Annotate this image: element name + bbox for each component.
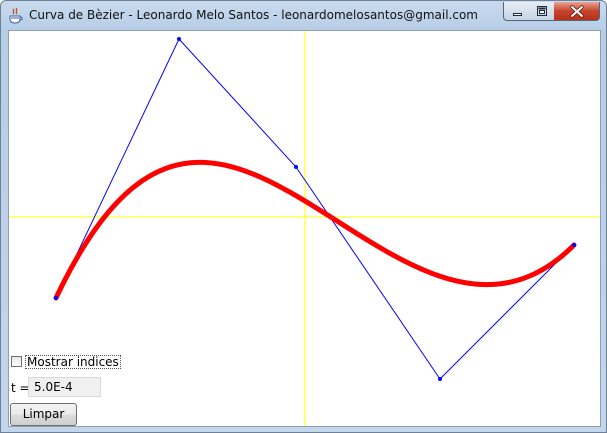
drawing-panel[interactable]: Mostrar indices t = 5.0E-4 Limpar <box>8 30 601 427</box>
show-indices-checkbox[interactable]: Mostrar indices <box>11 354 121 369</box>
control-point[interactable] <box>177 37 181 41</box>
maximize-button[interactable] <box>529 2 555 21</box>
t-step-field[interactable]: 5.0E-4 <box>28 377 101 397</box>
control-point[interactable] <box>54 296 58 300</box>
maximize-icon <box>537 6 547 16</box>
window-title: Curva de Bèzier - Leonardo Melo Santos -… <box>29 8 478 22</box>
java-coffee-cup-icon <box>9 7 23 24</box>
control-point[interactable] <box>572 243 576 247</box>
bezier-curve <box>53 159 577 301</box>
clear-button[interactable]: Limpar <box>10 403 77 426</box>
close-button[interactable] <box>554 2 600 21</box>
control-point[interactable] <box>294 165 298 169</box>
t-label: t = <box>11 381 30 395</box>
show-indices-label: Mostrar indices <box>25 354 121 369</box>
app-window: Curva de Bèzier - Leonardo Melo Santos -… <box>0 0 607 433</box>
checkbox-box[interactable] <box>11 356 22 367</box>
minimize-button[interactable] <box>503 2 530 21</box>
control-point[interactable] <box>438 377 442 381</box>
title-bar[interactable]: Curva de Bèzier - Leonardo Melo Santos -… <box>1 1 606 31</box>
minimize-icon <box>513 13 522 16</box>
close-icon <box>570 5 584 18</box>
